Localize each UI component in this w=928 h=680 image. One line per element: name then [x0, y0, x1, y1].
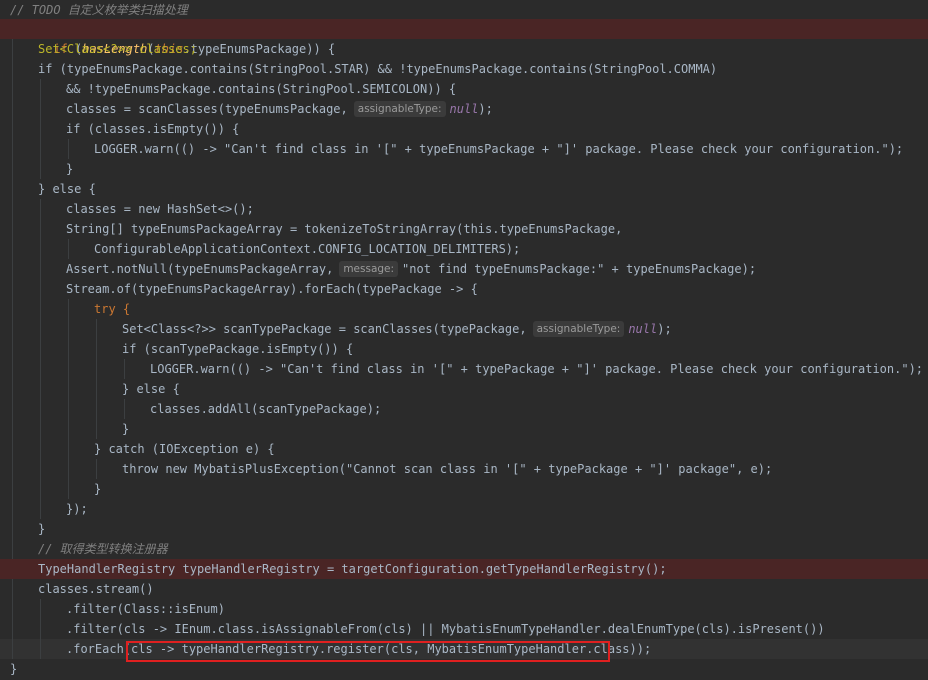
code-line: Stream.of(typeEnumsPackageArray).forEach…: [0, 279, 928, 299]
code-text: String[] typeEnumsPackageArray = tokeniz…: [66, 222, 623, 236]
code-line: Set<Class<?>> classes;: [0, 39, 928, 59]
code-line: }: [0, 659, 928, 679]
code-line: Assert.notNull(typeEnumsPackageArray, mes…: [0, 259, 928, 279]
code-text: && !typeEnumsPackage.contains(StringPool…: [66, 82, 457, 96]
code-line: LOGGER.warn(() -> "Can't find class in '…: [0, 359, 928, 379]
code-line: }: [0, 419, 928, 439]
code-line: } catch (IOException e) {: [0, 439, 928, 459]
code-line: } else {: [0, 379, 928, 399]
code-line: }: [0, 479, 928, 499]
code-line: }: [0, 159, 928, 179]
parameter-hint: assignableType:: [532, 321, 625, 337]
code-line-comment-todo: // TODO 自定义枚举类扫描处理: [0, 0, 928, 20]
code-line: if (classes.isEmpty()) {: [0, 119, 928, 139]
code-text: .filter(Class::isEnum): [66, 602, 225, 616]
code-line: .filter(Class::isEnum): [0, 599, 928, 619]
code-text: });: [66, 502, 88, 516]
code-text: } else {: [38, 182, 96, 196]
code-text: classes = scanClasses(typeEnumsPackage,: [66, 102, 348, 116]
code-line: try {: [0, 299, 928, 319]
code-line: classes.addAll(scanTypePackage);: [0, 399, 928, 419]
code-text: throw new MybatisPlusException("Cannot s…: [122, 462, 773, 476]
code-line-type-handler-registry: TypeHandlerRegistry typeHandlerRegistry …: [0, 559, 928, 579]
code-line: classes = new HashSet<>();: [0, 199, 928, 219]
code-line: && !typeEnumsPackage.contains(StringPool…: [0, 79, 928, 99]
parameter-hint: assignableType:: [353, 101, 446, 117]
code-text: "not find typeEnumsPackage:" + typeEnums…: [402, 262, 757, 276]
code-line: LOGGER.warn(() -> "Can't find class in '…: [0, 139, 928, 159]
code-text: }: [122, 422, 130, 436]
code-text: classes.stream(): [38, 582, 154, 596]
code-text: Assert.notNull(typeEnumsPackageArray,: [66, 262, 334, 276]
code-text: ConfigurableApplicationContext.CONFIG_LO…: [94, 242, 521, 256]
parameter-hint: message:: [339, 261, 399, 277]
code-line: .filter(cls -> IEnum.class.isAssignableF…: [0, 619, 928, 639]
code-text: Stream.of(typeEnumsPackageArray).forEach…: [66, 282, 478, 296]
code-line: classes = scanClasses(typeEnumsPackage, a…: [0, 99, 928, 119]
code-line: Set<Class<?>> scanTypePackage = scanClas…: [0, 319, 928, 339]
null-literal: null: [449, 102, 479, 116]
code-editor[interactable]: // TODO 自定义枚举类扫描处理 if (hasLength(this.ty…: [0, 0, 928, 680]
code-line-comment-registry: // 取得类型转换注册器: [0, 539, 928, 559]
code-line: throw new MybatisPlusException("Cannot s…: [0, 459, 928, 479]
code-line: ConfigurableApplicationContext.CONFIG_LO…: [0, 239, 928, 259]
code-text: }: [10, 662, 18, 676]
code-text: } else {: [122, 382, 180, 396]
comment-registry: // 取得类型转换注册器: [38, 542, 168, 556]
code-text: }: [94, 482, 102, 496]
code-text: classes.addAll(scanTypePackage);: [150, 402, 382, 416]
code-text: classes = new HashSet<>();: [66, 202, 254, 216]
code-text: }: [38, 522, 46, 536]
code-line: } else {: [0, 179, 928, 199]
code-text: LOGGER.warn(() -> "Can't find class in '…: [94, 142, 904, 156]
code-text: if (scanTypePackage.isEmpty()) {: [122, 342, 354, 356]
comment-todo: // TODO 自定义枚举类扫描处理: [10, 3, 188, 17]
code-line: if (scanTypePackage.isEmpty()) {: [0, 339, 928, 359]
code-text: } catch (IOException e) {: [94, 442, 275, 456]
code-text: if (classes.isEmpty()) {: [66, 122, 240, 136]
code-text: LOGGER.warn(() -> "Can't find class in '…: [150, 362, 924, 376]
code-line-if-haslength: if (hasLength(this.typeEnumsPackage)) {: [0, 19, 928, 56]
null-literal: null: [628, 322, 658, 336]
code-line: classes.stream(): [0, 579, 928, 599]
code-text: Set<Class<?>> scanTypePackage = scanClas…: [122, 322, 527, 336]
code-text: .filter(cls -> IEnum.class.isAssignableF…: [66, 622, 825, 636]
code-text: try {: [94, 302, 131, 316]
code-text: }: [66, 162, 74, 176]
code-text: Set<Class<?>> classes;: [38, 42, 197, 56]
code-line: });: [0, 499, 928, 519]
code-text: if (typeEnumsPackage.contains(StringPool…: [38, 62, 718, 76]
code-line: }: [0, 519, 928, 539]
code-line: if (typeEnumsPackage.contains(StringPool…: [0, 59, 928, 79]
code-text: TypeHandlerRegistry typeHandlerRegistry …: [38, 562, 667, 576]
code-line: String[] typeEnumsPackageArray = tokeniz…: [0, 219, 928, 239]
